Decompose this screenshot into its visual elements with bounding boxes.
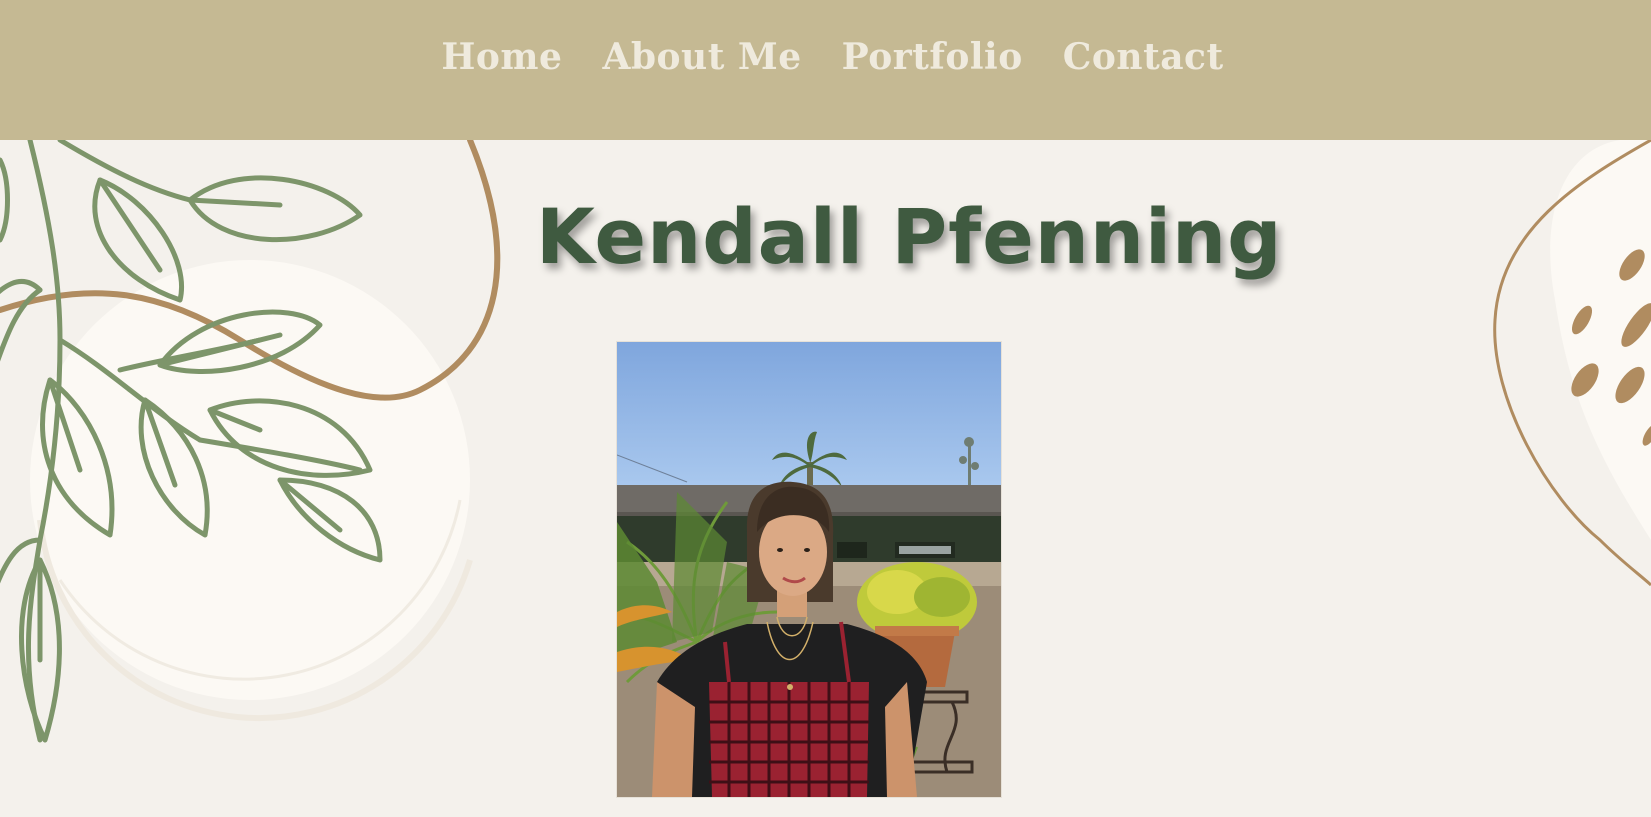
nav-portfolio-link[interactable]: Portfolio (842, 36, 1023, 78)
main-nav: Home About Me Portfolio Contact (0, 36, 1651, 78)
profile-photo-image (617, 342, 1001, 797)
page: Home About Me Portfolio Contact Kendall … (0, 0, 1651, 817)
nav-contact-link[interactable]: Contact (1063, 36, 1224, 78)
page-title: Kendall Pfenning (536, 192, 1283, 281)
nav-home-link[interactable]: Home (441, 36, 562, 78)
dots-decoration (1493, 140, 1651, 587)
navbar: Home About Me Portfolio Contact (0, 0, 1651, 140)
nav-about-me-link[interactable]: About Me (602, 36, 801, 78)
profile-photo (616, 341, 1002, 798)
circle-blob-decoration (30, 260, 473, 722)
leaf-branch-decoration (0, 140, 501, 743)
